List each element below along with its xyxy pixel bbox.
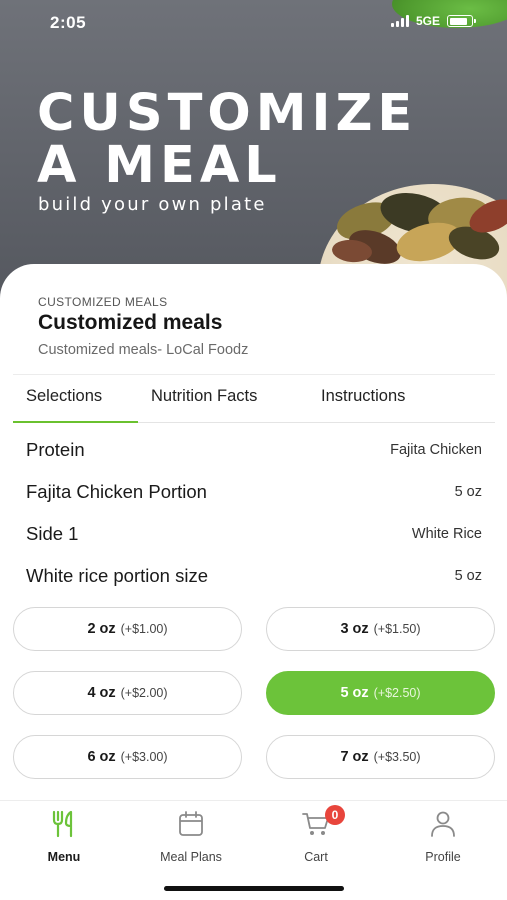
portion-size: 3 oz bbox=[340, 621, 369, 637]
selection-label: Fajita Chicken Portion bbox=[26, 481, 207, 502]
selection-value: 5 oz bbox=[454, 568, 482, 584]
hero-title-line-1: CUSTOMIZE bbox=[37, 84, 418, 143]
cart-count-badge: 0 bbox=[325, 805, 345, 825]
selection-row-protein[interactable]: Protein Fajita Chicken bbox=[26, 439, 482, 469]
selection-label: Side 1 bbox=[26, 523, 79, 544]
hero-title: CUSTOMIZE A MEAL bbox=[37, 88, 417, 192]
status-time: 2:05 bbox=[50, 13, 87, 32]
selection-value: 5 oz bbox=[454, 484, 482, 500]
portion-price: (+$3.50) bbox=[373, 750, 421, 764]
bottom-nav: Menu Meal Plans 0 Cart Profile bbox=[0, 800, 507, 900]
portion-price: (+$2.50) bbox=[373, 686, 421, 700]
portion-size: 5 oz bbox=[340, 685, 369, 701]
nav-label: Meal Plans bbox=[160, 850, 222, 864]
meal-subtitle: Customized meals- LoCal Foodz bbox=[38, 342, 249, 358]
portion-size: 4 oz bbox=[87, 685, 116, 701]
nav-item-meal-plans[interactable]: Meal Plans bbox=[136, 809, 246, 869]
portion-size: 7 oz bbox=[340, 749, 369, 765]
meal-title: Customized meals bbox=[38, 311, 223, 334]
portion-option-7oz[interactable]: 7 oz (+$3.50) bbox=[266, 735, 495, 779]
portion-price: (+$2.00) bbox=[120, 686, 168, 700]
signal-icon bbox=[390, 15, 409, 27]
battery-icon bbox=[447, 15, 476, 27]
nav-item-profile[interactable]: Profile bbox=[388, 809, 498, 869]
calendar-icon bbox=[179, 811, 203, 836]
portion-price: (+$1.00) bbox=[120, 622, 168, 636]
portion-option-5oz[interactable]: 5 oz (+$2.50) bbox=[266, 671, 495, 715]
selection-row-rice-portion[interactable]: White rice portion size 5 oz bbox=[26, 565, 482, 595]
selection-value: White Rice bbox=[411, 526, 482, 542]
network-type: 5GE bbox=[415, 14, 440, 28]
home-indicator[interactable] bbox=[164, 886, 344, 891]
status-indicators: 5GE bbox=[390, 14, 476, 28]
nav-label: Profile bbox=[425, 850, 461, 864]
portion-option-2oz[interactable]: 2 oz (+$1.00) bbox=[13, 607, 242, 651]
hero-subtitle: build your own plate bbox=[38, 194, 267, 215]
nav-item-menu[interactable]: Menu bbox=[9, 809, 119, 869]
tab-instructions[interactable]: Instructions bbox=[321, 387, 405, 406]
selection-label: Protein bbox=[26, 439, 85, 460]
battery-level bbox=[449, 17, 468, 25]
status-bar: 2:05 5GE bbox=[0, 0, 507, 44]
portion-size: 2 oz bbox=[87, 621, 116, 637]
fork-knife-icon bbox=[52, 810, 73, 838]
selection-value: Fajita Chicken bbox=[390, 442, 482, 458]
hero-banner: 2:05 5GE CUSTOMIZE A MEAL build your own… bbox=[0, 0, 507, 300]
tab-selections[interactable]: Selections bbox=[26, 387, 102, 406]
person-icon bbox=[431, 811, 455, 837]
selection-label: White rice portion size bbox=[26, 565, 208, 586]
active-tab-indicator bbox=[13, 421, 138, 423]
portion-option-6oz[interactable]: 6 oz (+$3.00) bbox=[13, 735, 242, 779]
meal-detail-card: CUSTOMIZED MEALS Customized meals Custom… bbox=[0, 264, 507, 804]
nav-label: Cart bbox=[304, 850, 328, 864]
portion-option-3oz[interactable]: 3 oz (+$1.50) bbox=[266, 607, 495, 651]
portion-price: (+$3.00) bbox=[120, 750, 168, 764]
selection-row-protein-portion[interactable]: Fajita Chicken Portion 5 oz bbox=[26, 481, 482, 511]
nav-label: Menu bbox=[47, 850, 81, 864]
tab-bar: Selections Nutrition Facts Instructions bbox=[13, 374, 495, 423]
portion-size: 6 oz bbox=[87, 749, 116, 765]
portion-price: (+$1.50) bbox=[373, 622, 421, 636]
tab-nutrition-facts[interactable]: Nutrition Facts bbox=[151, 387, 257, 406]
nav-item-cart[interactable]: 0 Cart bbox=[261, 805, 371, 869]
hero-title-line-2: A MEAL bbox=[37, 136, 282, 195]
selection-row-side-1[interactable]: Side 1 White Rice bbox=[26, 523, 482, 553]
portion-option-4oz[interactable]: 4 oz (+$2.00) bbox=[13, 671, 242, 715]
meal-category: CUSTOMIZED MEALS bbox=[38, 295, 168, 309]
